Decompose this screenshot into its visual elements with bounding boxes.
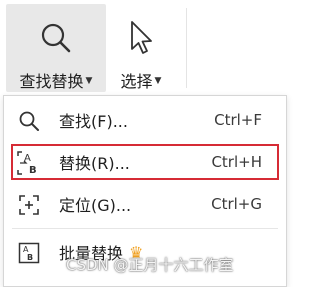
menu-item-find[interactable]: 查找(F)... Ctrl+F — [4, 100, 286, 140]
highlight-box — [11, 144, 279, 180]
locate-icon — [16, 192, 42, 218]
shortcut-label: Ctrl+F — [214, 111, 262, 129]
menu-item-label: 查找(F)... — [59, 112, 128, 131]
svg-text:B: B — [27, 253, 33, 262]
batch-replace-icon: A B — [16, 240, 42, 266]
search-icon — [16, 108, 42, 134]
ribbon-toolbar: 查找替换 ▼ 选择 ▼ — [0, 0, 289, 96]
magnifier-icon — [38, 18, 74, 58]
find-replace-button[interactable]: 查找替换 ▼ — [6, 4, 106, 92]
shortcut-label: Ctrl+G — [211, 195, 262, 213]
select-label: 选择 — [120, 72, 153, 91]
caret-down-icon[interactable]: ▼ — [155, 76, 162, 86]
caret-down-icon[interactable]: ▼ — [86, 76, 93, 86]
menu-item-label: 定位(G)... — [59, 196, 132, 215]
find-replace-label: 查找替换 — [19, 72, 84, 91]
cursor-arrow-icon — [126, 18, 156, 58]
menu-item-locate[interactable]: 定位(G)... Ctrl+G — [4, 184, 286, 224]
select-button[interactable]: 选择 ▼ — [110, 4, 172, 92]
ribbon-divider — [186, 8, 187, 88]
menu-separator — [12, 228, 278, 229]
watermark: CSDN @正月十六工作室 — [66, 256, 234, 274]
